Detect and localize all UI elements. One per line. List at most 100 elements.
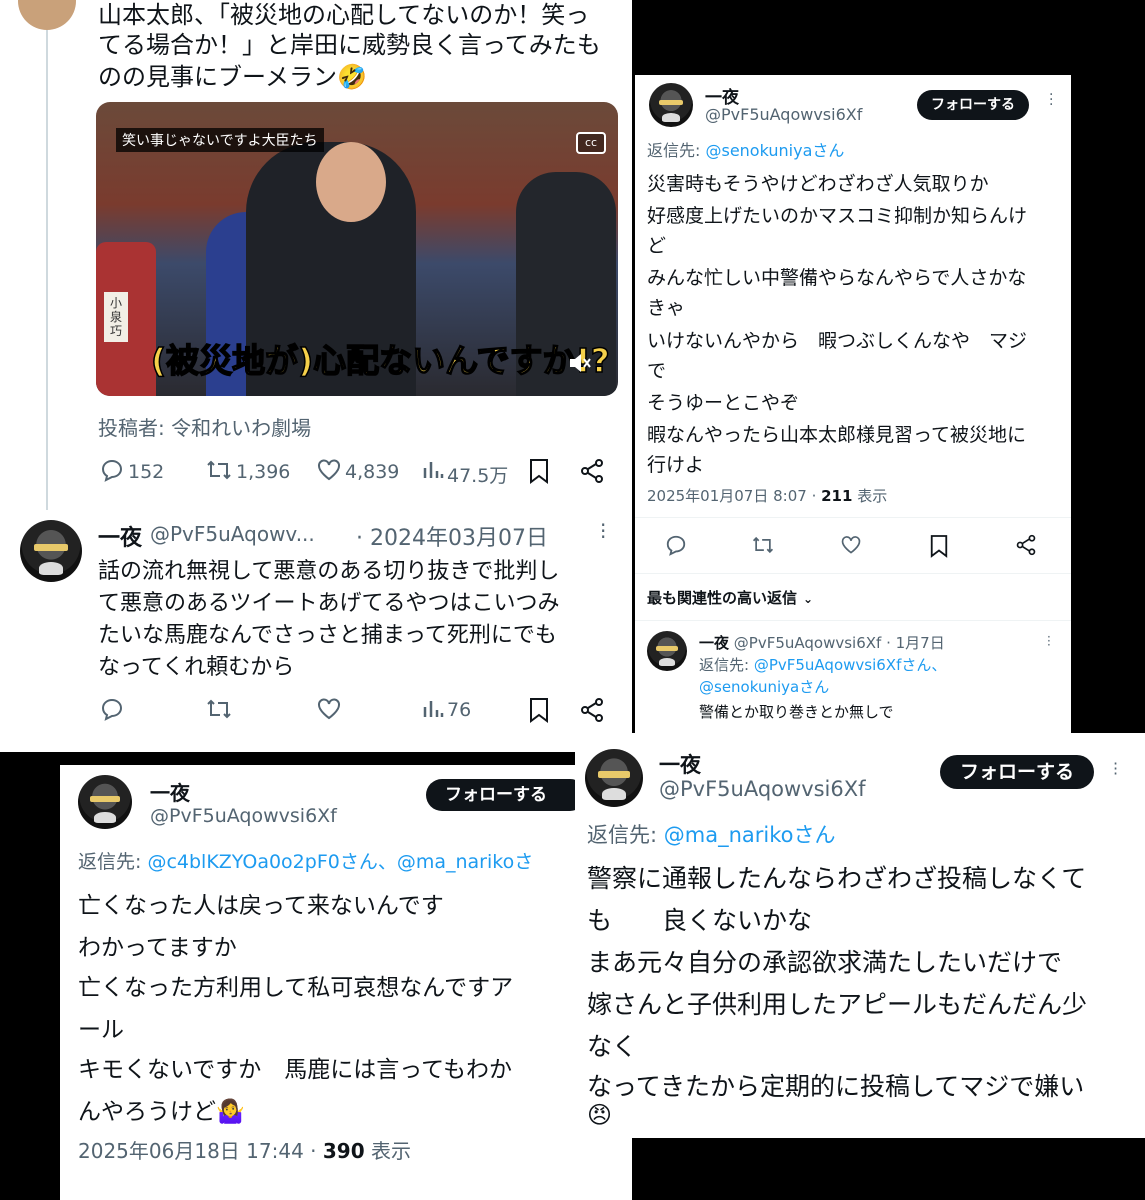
tweet-text-line: ど <box>647 235 667 257</box>
sub-reply-to-line: 返信先: @PvF5uAqowvsi6Xfさん、 <box>699 654 946 675</box>
tweet-text-line: のの見事にブーメラン🤣 <box>98 63 367 91</box>
author-avatar[interactable] <box>649 83 693 127</box>
sub-reply-handle[interactable]: @PvF5uAqowvsi6Xf · 1月7日 <box>734 634 945 652</box>
author-avatar[interactable] <box>585 749 643 807</box>
retweet-icon[interactable] <box>205 697 233 721</box>
retweet-count: 1,396 <box>236 461 291 483</box>
tweet-text-line: キモくないですか 馬鹿には言ってもわか <box>78 1057 513 1083</box>
reply-to-user-link[interactable]: @PvF5uAqowvsi6Xfさん、 <box>754 656 947 674</box>
video-nameplate: 小泉巧 <box>104 292 128 342</box>
like-icon[interactable] <box>840 534 862 556</box>
tweet-text-line: なく <box>587 1032 638 1061</box>
tweet-text-line: 災害時もそうやけどわざわざ人気取りか <box>647 173 989 195</box>
sort-replies-dropdown[interactable]: 最も関連性の高い返信 ⌄ <box>647 587 813 608</box>
video-player[interactable]: 小泉巧 笑い事じゃないですよ大臣たち cc (被災地が)心配ないんですか!? <box>96 102 618 396</box>
views-label: 表示 <box>364 1139 411 1163</box>
more-options-icon[interactable]: · · · <box>1049 88 1053 112</box>
follow-button[interactable]: フォローする <box>917 90 1029 120</box>
tweet-text-line: んやろうけど🤷‍♀️ <box>78 1099 245 1125</box>
bookmark-icon[interactable] <box>528 458 550 484</box>
views-count: 211 <box>821 487 853 505</box>
chevron-down-icon: ⌄ <box>803 592 814 606</box>
mute-icon[interactable] <box>568 352 592 374</box>
like-icon[interactable] <box>316 697 342 721</box>
tweet-text-line: 行けよ <box>647 454 705 476</box>
tweet-panel-reply-ma-nariko-2: 一夜 @PvF5uAqowvsi6Xf フォローする · · · 返信先: @ma_… <box>575 733 1145 1138</box>
tweet-text-line: みんな忙しい中警備やらなんやらで人さかな <box>647 267 1027 289</box>
timestamp-text: 2025年06月18日 17:44 · <box>78 1139 323 1163</box>
divider <box>635 517 1071 518</box>
sub-reply-name[interactable]: 一夜 <box>699 634 729 652</box>
author-handle[interactable]: @PvF5uAqowvsi6Xf <box>150 805 337 827</box>
like-icon[interactable] <box>316 458 342 482</box>
author-handle[interactable]: @PvF5uAqowvsi6Xf <box>705 105 862 124</box>
reply-to-user-link[interactable]: @senokuniyaさん <box>705 141 844 160</box>
tweet-text-line: まあ元々自分の承認欲求満たしたいだけで <box>587 948 1063 977</box>
reply-to-user-link[interactable]: @senokuniyaさん <box>699 676 829 697</box>
tweet-panel-reply-ma-nariko-1: 一夜 @PvF5uAqowvsi6Xf フォローする 返信先: @c4blKZY… <box>60 765 632 1200</box>
sub-reply-avatar[interactable] <box>647 631 687 671</box>
bookmark-icon[interactable] <box>929 534 949 558</box>
tweet-text-line: 暇なんやったら山本太郎様見習って被災地に <box>647 424 1027 446</box>
retweet-icon[interactable] <box>751 534 775 556</box>
author-handle[interactable]: @PvF5uAqowvsi6Xf <box>659 777 866 801</box>
reply-to-prefix: 返信先: <box>78 851 148 873</box>
reply-to-user-link[interactable]: @c4blKZYOa0o2pF0さん、@ma_narikoさ <box>147 851 533 873</box>
more-options-icon[interactable]: · · · <box>600 515 608 547</box>
views-icon[interactable] <box>422 697 444 721</box>
tweet-text-line: 山本太郎、「被災地の心配してないのか！笑っ <box>98 1 590 29</box>
reply-text-line: 話の流れ無視して悪意のある切り抜きで批判し <box>98 559 560 584</box>
reply-author-handle[interactable]: @PvF5uAqowv... <box>150 522 315 546</box>
reply-to-prefix: 返信先: <box>647 141 706 160</box>
reply-text-line: て悪意のあるツイートあげてるやつはこいつみ <box>98 591 560 616</box>
retweet-icon[interactable] <box>205 458 233 482</box>
reply-to-line: 返信先: @c4blKZYOa0o2pF0さん、@ma_narikoさ <box>78 847 533 874</box>
reply-author-name[interactable]: 一夜 <box>98 520 142 552</box>
reply-icon[interactable] <box>100 458 124 482</box>
views-icon[interactable] <box>422 458 444 482</box>
reply-to-prefix: 返信先: <box>587 823 664 847</box>
bookmark-icon[interactable] <box>528 697 550 723</box>
author-avatar[interactable] <box>18 0 76 30</box>
cc-button[interactable]: cc <box>576 132 606 154</box>
follow-button[interactable]: フォローする <box>426 779 586 811</box>
reply-text-line: なってくれ頼むから <box>98 655 295 680</box>
reply-icon[interactable] <box>100 697 124 721</box>
share-icon[interactable] <box>579 697 605 723</box>
views-count: 47.5万 <box>447 465 509 487</box>
tweet-text-line: いけないんやから 暇つぶしくんなや マジ <box>647 330 1028 352</box>
tweet-text-line: きゃ <box>647 297 686 319</box>
views-label: 表示 <box>852 487 888 505</box>
reply-count: 152 <box>128 461 165 483</box>
reply-to-user-link[interactable]: @ma_narikoさん <box>664 823 836 847</box>
video-source: 投稿者: 令和れいわ劇場 <box>98 416 312 440</box>
author-name[interactable]: 一夜 <box>659 749 701 779</box>
more-options-icon[interactable]: · · · <box>1047 631 1051 651</box>
share-icon[interactable] <box>579 458 605 484</box>
views-count: 390 <box>322 1139 365 1163</box>
reply-icon[interactable] <box>665 534 687 556</box>
tweet-text-line: わかってますか <box>78 935 237 961</box>
tweet-text-line: ール <box>78 1017 124 1043</box>
video-caption-top: 笑い事じゃないですよ大臣たち <box>116 128 324 152</box>
reply-date: · 2024年03月07日 <box>356 526 548 551</box>
sub-reply-text: 警備とか取り巻きとか無しで <box>699 703 894 721</box>
tweet-panel-main: 山本太郎、「被災地の心配してないのか！笑っ てる場合か！」と岸田に威勢良く言って… <box>0 0 632 752</box>
reply-avatar[interactable] <box>20 520 82 582</box>
tweet-timestamp: 2025年01月07日 8:07 · 211 表示 <box>647 485 887 506</box>
tweet-panel-reply-senokuniya: 一夜 @PvF5uAqowvsi6Xf フォローする · · · 返信先: @sen… <box>635 75 1071 735</box>
author-name[interactable]: 一夜 <box>150 777 190 806</box>
thread-line <box>46 30 48 510</box>
sort-label: 最も関連性の高い返信 <box>647 589 798 607</box>
like-count: 4,839 <box>345 461 400 483</box>
follow-button[interactable]: フォローする <box>940 755 1094 789</box>
tweet-text-line: なってきたから定期的に投稿してマジで嫌い <box>587 1072 1085 1101</box>
sub-reply-author: 一夜 @PvF5uAqowvsi6Xf · 1月7日 <box>699 632 945 653</box>
share-icon[interactable] <box>1015 534 1037 556</box>
tweet-text-line: てる場合か！」と岸田に威勢良く言ってみたも <box>98 31 601 59</box>
tweet-text-line: 亡くなった方利用して私可哀想なんですア <box>78 975 514 1001</box>
author-avatar[interactable] <box>78 775 132 829</box>
more-options-icon[interactable]: · · · <box>1113 756 1118 782</box>
tweet-text-line: 嫁さんと子供利用したアピールもだんだん少 <box>587 990 1088 1019</box>
video-speaker-head <box>316 142 386 222</box>
